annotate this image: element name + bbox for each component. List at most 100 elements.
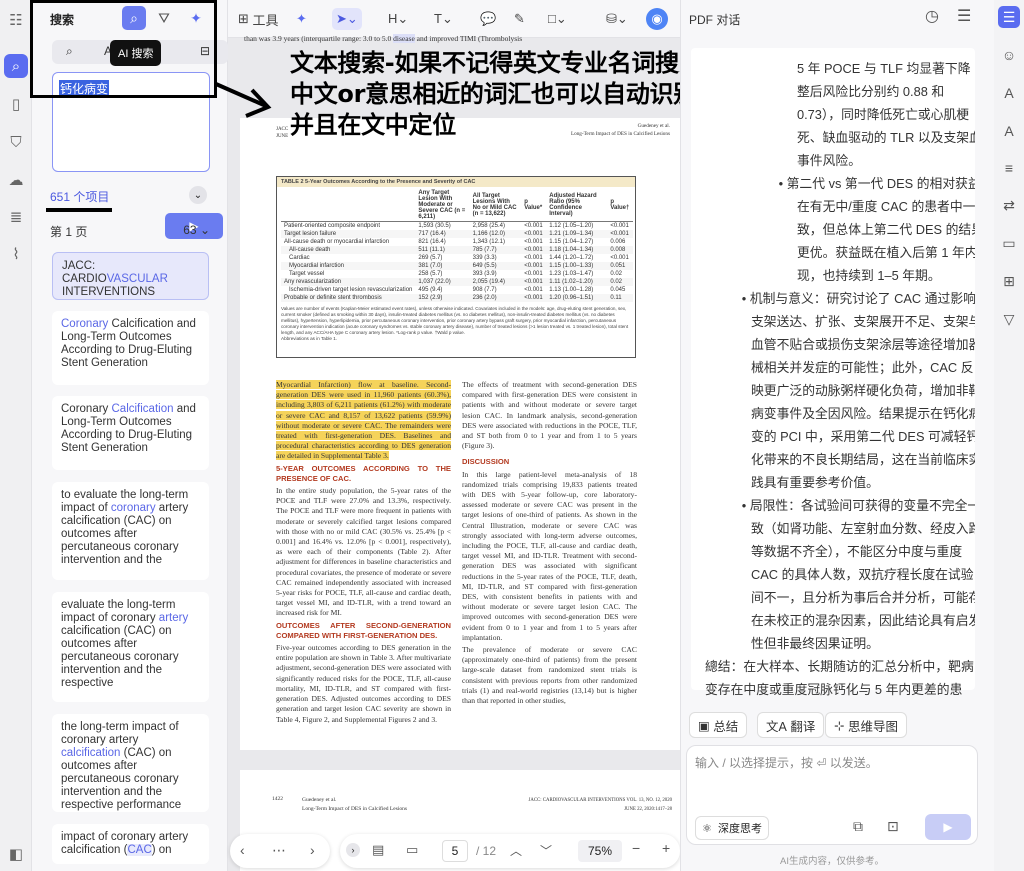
prev-chevron-icon[interactable]: ︿: [510, 842, 522, 859]
table-cell: <0.001: [524, 223, 543, 229]
search-result-item[interactable]: impact of coronary artery calcification …: [52, 824, 209, 864]
next-page-icon[interactable]: ›: [310, 842, 315, 858]
search-icon[interactable]: ⌕: [4, 54, 28, 78]
zoom-in-icon[interactable]: +: [662, 840, 670, 856]
paragraph: In this large patient-level meta-analysi…: [462, 469, 637, 642]
table-cell: 717 (16.4): [418, 231, 446, 237]
zoom-out-icon[interactable]: −: [632, 840, 640, 856]
ai-assistant-icon[interactable]: ◉: [646, 8, 668, 30]
translate-doc-icon[interactable]: A: [998, 120, 1020, 142]
table-cell: 0.051: [610, 263, 626, 269]
search-result-item[interactable]: to evaluate the long-term impact of coro…: [52, 482, 209, 580]
text-tool-icon[interactable]: T⌄: [434, 8, 453, 30]
chat-text-line: 在有无中/重度 CAC 的患者中一: [797, 199, 975, 214]
options-icon[interactable]: ⊟: [200, 44, 210, 58]
zoom-level[interactable]: 75%: [578, 840, 622, 862]
tools-button[interactable]: ⊞ 工具: [238, 8, 279, 30]
prev-page-icon[interactable]: ‹: [240, 842, 245, 858]
summary-chip[interactable]: ▣ 总结: [689, 712, 748, 738]
chat-panel-icon[interactable]: ☰: [998, 6, 1020, 28]
table-cell: 393 (3.9): [472, 271, 497, 277]
table-cell: 258 (5.7): [418, 271, 443, 277]
page-thumbnails-icon[interactable]: ▯: [4, 92, 28, 116]
table-cell: 1.20 (0.96–1.51): [549, 295, 594, 301]
pin-icon[interactable]: ✦: [184, 6, 208, 30]
present-icon[interactable]: ▭: [406, 842, 418, 858]
comment-tool-icon[interactable]: 💬: [480, 8, 496, 30]
emoji-ai-icon[interactable]: ☺: [998, 44, 1020, 66]
ai-search-tooltip: AI 搜索: [110, 40, 162, 66]
sidebar-toggle-icon[interactable]: ◧: [4, 842, 28, 866]
table-row: Target lesion failure 717 (16.4) 1,166 (12…: [281, 230, 633, 238]
page-total: / 12: [476, 844, 497, 858]
table-cell: 152 (2.9): [418, 295, 443, 301]
filter-icon[interactable]: ⛛: [152, 6, 176, 30]
table-cell: 1.21 (1.09–1.34): [549, 231, 594, 237]
collapse-icon[interactable]: ›: [346, 843, 360, 857]
search-result-item[interactable]: the long-term impact of coronary artery …: [52, 714, 209, 812]
view-controls-pill: › ▤ ▭ 5 / 12 ︿ ﹀ 75% − +: [340, 834, 680, 868]
compare-icon[interactable]: ⇄: [998, 194, 1020, 216]
select-tool-icon[interactable]: ➤⌄: [332, 8, 362, 30]
deep-think-toggle[interactable]: ⚛ 深度思考: [695, 816, 769, 840]
folder-icon[interactable]: ▭: [998, 232, 1020, 254]
search-result-item[interactable]: JACC: CARDIOVASCULAR INTERVENTIONS: [52, 252, 209, 300]
ai-search-icon[interactable]: ⌕: [122, 6, 146, 30]
ocr-icon[interactable]: A: [998, 82, 1020, 104]
table-cell: <0.001: [524, 279, 543, 285]
search-result-item[interactable]: Coronary Calcification and Long-Term Out…: [52, 396, 209, 470]
chat-text-line: 致（如肾功能、左室射血分数、经皮入路: [751, 521, 975, 536]
table-cell: <0.001: [610, 231, 629, 237]
page-number-input[interactable]: 5: [442, 840, 468, 862]
chat-text-line: 性但非最终因果证明。: [751, 636, 879, 651]
stamp-tool-icon[interactable]: ⛁⌄: [606, 8, 628, 30]
page-group-header[interactable]: 第 1 页 63 ⌄: [50, 223, 210, 240]
settings-sliders-icon[interactable]: ☰: [957, 6, 971, 26]
translate-chip[interactable]: 文A 翻译: [757, 712, 825, 738]
heading-tool-icon[interactable]: H⌄: [388, 8, 408, 30]
table-cell: 1.23 (1.03–1.47): [549, 271, 594, 277]
layers-icon[interactable]: ≣: [4, 205, 28, 229]
notes-icon[interactable]: ≡: [998, 157, 1020, 179]
paragraph: Myocardial Infarction) flow at baseline.…: [276, 380, 451, 461]
table-row: Ischemia-driven target lesion revascular…: [281, 286, 633, 294]
layout-icon[interactable]: ⊞: [998, 270, 1020, 292]
table-cell: <0.001: [524, 295, 543, 301]
chat-text-line: 血管不贴合或损伤支架涂层等途径增加器: [751, 337, 975, 352]
mindmap-chip[interactable]: ⊹ 思维导图: [825, 712, 907, 738]
next-chevron-icon[interactable]: ﹀: [540, 842, 552, 859]
send-button[interactable]: ▶: [925, 814, 971, 840]
attachment-icon[interactable]: ⌇: [4, 242, 28, 266]
pen-tool-icon[interactable]: ✎: [514, 8, 525, 30]
table-row: Patient-oriented composite endpoint 1,593…: [281, 222, 633, 231]
pdf-page: JACC JUNE Guedeney et al. Long-Term Impact…: [240, 118, 680, 750]
chat-input[interactable]: 输入 / 以选择提示，按 ⏎ 以发送。 ⚛ 深度思考 ⧉ ⊡ ▶: [686, 745, 978, 845]
presentation-icon[interactable]: ▽: [998, 308, 1020, 330]
search-input[interactable]: 钙化病变 ▶: [52, 72, 223, 239]
app-menu-icon[interactable]: ☷: [4, 8, 28, 32]
image-upload-icon[interactable]: ⧉: [853, 818, 863, 835]
ai-disclaimer: AI生成内容，仅供参考。: [780, 856, 884, 867]
search-result-item[interactable]: evaluate the long-term impact of coronar…: [52, 592, 209, 702]
screenshot-icon[interactable]: ⊡: [887, 818, 899, 835]
table-header-cell: [281, 189, 416, 222]
search-result-item[interactable]: Coronary Calcification and Long-Term Out…: [52, 311, 209, 385]
more-icon[interactable]: ⋯: [272, 842, 286, 859]
table-cell: 0.006: [610, 239, 626, 245]
chat-text-line: 整后风险比分别约 0.88 和: [797, 84, 945, 99]
chat-text-line: 在未校正的混杂因素，因此结论具有启发: [751, 613, 975, 628]
text-search-icon[interactable]: ⌕: [66, 44, 73, 59]
page-hit-count: 63 ⌄: [183, 223, 210, 237]
chat-text-line: 0.73），同时降低死亡或心肌梗: [797, 107, 970, 122]
translate-icon: 文A: [766, 719, 787, 734]
shape-tool-icon[interactable]: □⌄: [548, 8, 567, 30]
expand-down-icon[interactable]: ⌄: [189, 186, 207, 204]
bookmark-icon[interactable]: ⛉: [4, 130, 28, 154]
chat-text-line: 5 年 POCE 与 TLF 均显著下降（调: [797, 61, 975, 76]
reading-mode-icon[interactable]: ▤: [372, 842, 384, 858]
footer-citation: Guedeney et al. Long-Term Impact of DES i…: [302, 797, 408, 812]
ai-sparkle-icon[interactable]: ✦: [296, 8, 307, 30]
summary-icon: ▣: [698, 718, 710, 733]
comment-icon[interactable]: ☁: [4, 168, 28, 192]
history-icon[interactable]: ◷: [925, 6, 939, 26]
